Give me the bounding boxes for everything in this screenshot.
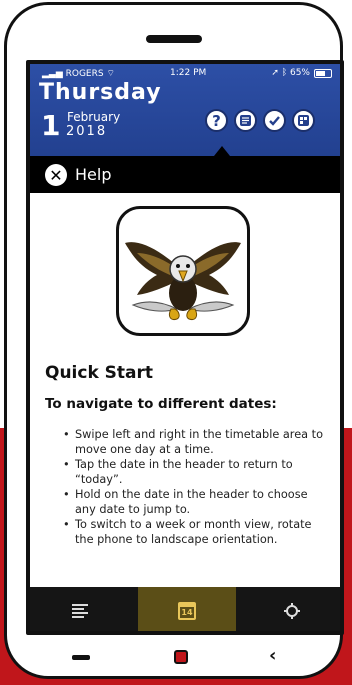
- speaker-slot: [146, 35, 202, 43]
- help-pointer: [214, 146, 230, 156]
- month-label[interactable]: February: [67, 110, 120, 124]
- list-item: Tap the date in the header to return to …: [63, 458, 330, 487]
- eagle-logo: [116, 206, 250, 336]
- recents-button[interactable]: [72, 655, 90, 660]
- tab-bar: 14: [30, 587, 340, 631]
- gear-icon[interactable]: [262, 587, 322, 631]
- weekday-label[interactable]: Thursday: [39, 80, 162, 105]
- check-icon[interactable]: [263, 109, 286, 132]
- calendar-icon: 14: [178, 602, 196, 620]
- help-bar: ✕ Help: [30, 156, 340, 193]
- back-icon[interactable]: ‹: [269, 647, 285, 665]
- list-item: Swipe left and right in the timetable ar…: [63, 428, 330, 457]
- help-title: Help: [75, 165, 112, 184]
- bluetooth-icon: ᛒ: [281, 68, 290, 78]
- signal-icon: ▂▃▅: [42, 69, 66, 79]
- battery-label: ➚ ᛒ 65%: [271, 68, 310, 78]
- quick-start-heading: Quick Start: [45, 363, 154, 383]
- navigate-heading: To navigate to different dates:: [45, 396, 277, 412]
- list-item: Hold on the date in the header to choose…: [63, 488, 330, 517]
- day-number[interactable]: 1: [41, 109, 60, 142]
- date-header[interactable]: ▂▃▅ ROGERS ⌔ 1:22 PM ➚ ᛒ 65% Thursday 1 …: [30, 64, 340, 159]
- calendar-day: 14: [181, 608, 193, 617]
- screen: ▂▃▅ ROGERS ⌔ 1:22 PM ➚ ᛒ 65% Thursday 1 …: [26, 60, 344, 635]
- location-icon: ➚: [271, 68, 282, 78]
- timetable-icon[interactable]: [292, 109, 315, 132]
- notes-icon[interactable]: [234, 109, 257, 132]
- carrier-label: ▂▃▅ ROGERS ⌔: [42, 69, 115, 79]
- help-content[interactable]: Quick Start To navigate to different dat…: [30, 193, 340, 587]
- menu-icon[interactable]: [50, 587, 110, 631]
- phone-frame: ▂▃▅ ROGERS ⌔ 1:22 PM ➚ ᛒ 65% Thursday 1 …: [4, 2, 344, 679]
- help-icon[interactable]: ?: [205, 109, 228, 132]
- wifi-icon: ⌔: [103, 69, 115, 79]
- home-button[interactable]: [174, 650, 188, 664]
- tab-calendar[interactable]: 14: [138, 587, 236, 631]
- battery-icon: [314, 69, 332, 78]
- list-item: To switch to a week or month view, rotat…: [63, 518, 330, 547]
- status-time: 1:22 PM: [170, 68, 207, 78]
- tips-list: Swipe left and right in the timetable ar…: [63, 428, 330, 547]
- year-label[interactable]: 2018: [66, 124, 107, 139]
- close-icon[interactable]: ✕: [45, 164, 67, 186]
